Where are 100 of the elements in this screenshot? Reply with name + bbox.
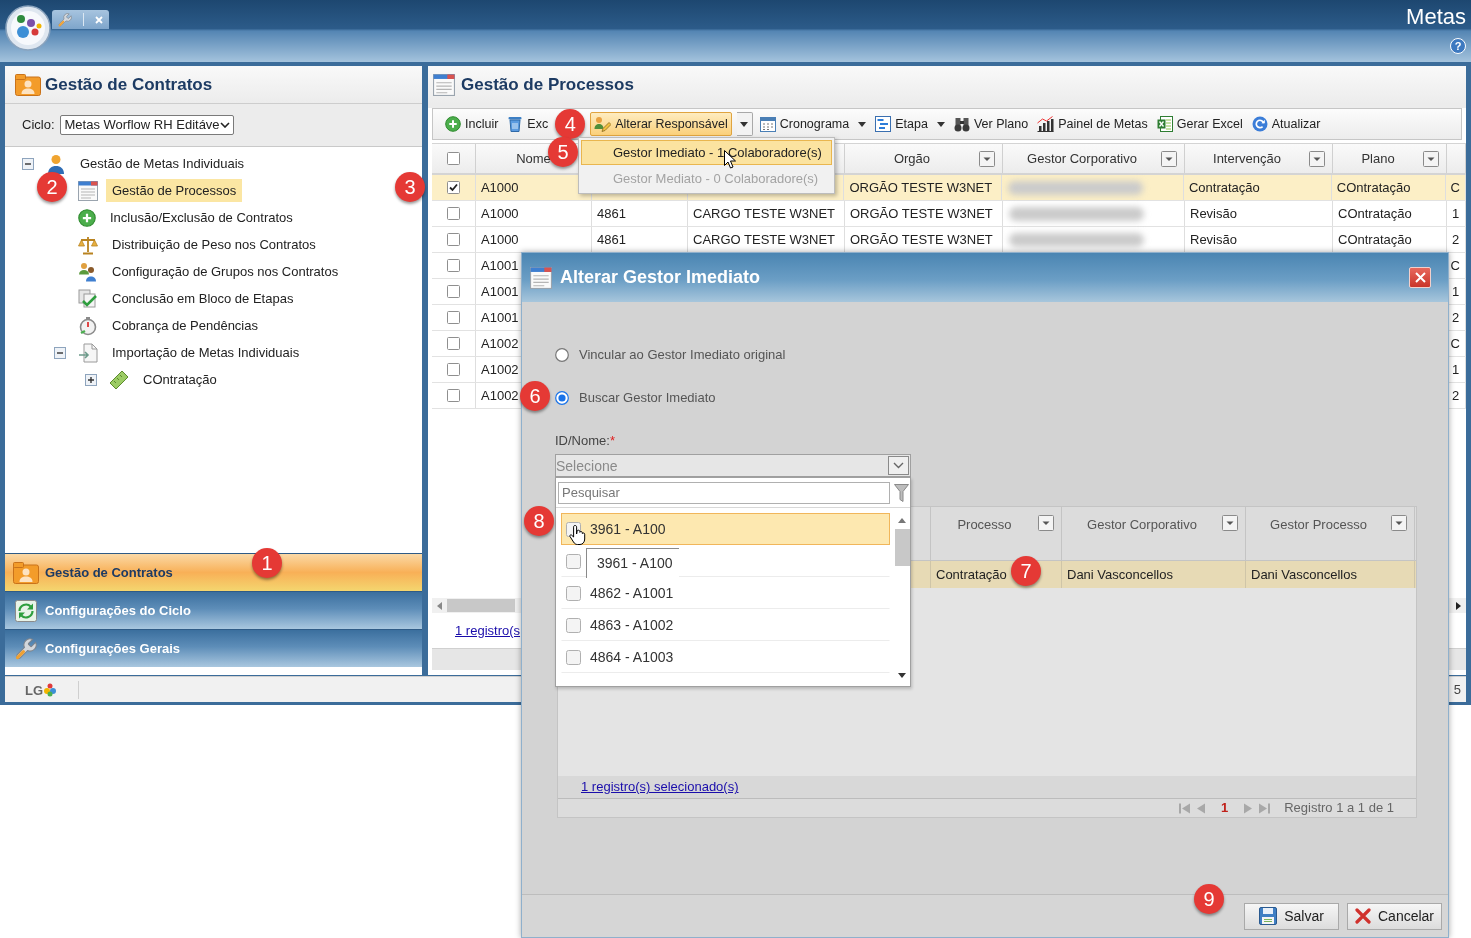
column-header: Plano	[1361, 149, 1395, 168]
tree-item[interactable]: Conclusão em Bloco de Etapas	[106, 286, 300, 311]
table-cell-text: A1000	[480, 230, 520, 249]
checkbox[interactable]	[566, 585, 581, 601]
radio-button[interactable]	[555, 391, 569, 405]
row-checkbox[interactable]	[446, 181, 460, 194]
checkbox[interactable]	[566, 649, 581, 665]
ruler-icon	[109, 369, 129, 390]
row-checkbox[interactable]	[447, 363, 460, 376]
option-label: Buscar Gestor Imediato	[579, 389, 716, 408]
field-label: Ciclo:	[22, 116, 55, 135]
collapse-icon[interactable]	[22, 157, 34, 170]
caret-down-icon	[858, 121, 867, 127]
toolbar-button[interactable]: Exc	[505, 112, 551, 136]
required-mark: *	[609, 432, 615, 451]
folder-user-icon	[13, 561, 39, 584]
stopwatch-icon	[78, 315, 98, 336]
toolbar-button[interactable]: Alterar Responsável	[590, 112, 732, 136]
app-logo-icon	[5, 5, 51, 51]
table-cell-text: Revisão	[1189, 204, 1238, 223]
toolbar-button[interactable]: Painel de Metas	[1035, 112, 1150, 136]
checkbox[interactable]	[566, 617, 581, 633]
tree-item[interactable]: Configuração de Grupos nos Contratos	[106, 259, 345, 284]
save-button[interactable]: Salvar	[1244, 902, 1339, 930]
search-field[interactable]: Pesquisar	[558, 481, 890, 504]
scrollbar-thumb[interactable]	[894, 529, 910, 566]
toolbar-button[interactable]: Etapa	[873, 112, 947, 136]
page-number: 1	[1220, 799, 1229, 818]
row-checkbox[interactable]	[447, 233, 460, 246]
tree-item[interactable]: Gestão de Processos	[106, 178, 243, 203]
close-icon[interactable]	[95, 15, 104, 24]
scroll-left-arrow-icon[interactable]	[437, 601, 442, 610]
checkbox[interactable]	[566, 553, 581, 569]
split-arrow-button[interactable]	[736, 112, 753, 136]
scroll-right-arrow-icon[interactable]	[1456, 601, 1461, 610]
spreadsheet-icon	[1156, 116, 1173, 132]
cycle-select[interactable]: Metas Worflow RH Editáve	[59, 115, 234, 135]
row-checkbox[interactable]	[447, 207, 460, 220]
column-header: Gestor Corporativo	[1027, 149, 1137, 168]
table-cell-text: Dani Vasconcellos	[1066, 565, 1174, 584]
table-cell-text: 1	[1451, 204, 1461, 223]
table-cell-text: A1001	[480, 282, 520, 301]
collapse-icon[interactable]	[54, 346, 66, 359]
panel-title: Gestão de Processos	[461, 74, 634, 97]
header-tab[interactable]	[52, 10, 109, 29]
filter-icon[interactable]	[894, 483, 909, 502]
table-cell-text: Revisão	[1189, 230, 1238, 249]
list-item[interactable]: 4864 - A1003	[561, 641, 890, 673]
row-checkbox[interactable]	[446, 259, 460, 272]
previous-page-icon[interactable]	[1196, 802, 1205, 814]
tree-item[interactable]: Importação de Metas Individuais	[106, 340, 306, 365]
row-checkbox[interactable]	[447, 389, 460, 402]
toolbar-button[interactable]: Gerar Excel	[1154, 112, 1245, 136]
scrollbar-thumb[interactable]	[447, 599, 515, 612]
scroll-up-arrow-icon[interactable]	[898, 518, 906, 523]
table-cell-text: ORGÃO TESTE W3NET	[849, 204, 994, 223]
column-header: Gestor Corporativo	[1087, 516, 1197, 534]
toolbar-button[interactable]: Incluir	[443, 112, 501, 136]
panel-title: Gestão de Contratos	[45, 73, 213, 96]
tree-item[interactable]: Cobrança de Pendências	[106, 313, 264, 338]
pager-summary: Registro 1 a 1 de 1	[1284, 799, 1394, 818]
menu-item[interactable]: Gestor Imediato - 1 Colaboradore(s)	[581, 140, 832, 165]
bar-chart-icon	[1037, 116, 1055, 132]
toolbar-button[interactable]: Cronograma	[757, 112, 869, 136]
last-page-icon[interactable]	[1259, 802, 1271, 814]
radio-button[interactable]	[555, 348, 569, 362]
cancel-button[interactable]: Cancelar	[1347, 902, 1442, 930]
expand-icon[interactable]	[85, 373, 97, 386]
row-checkbox[interactable]	[447, 285, 460, 298]
table-cell-text: A1001	[480, 308, 520, 327]
row-checkbox[interactable]	[447, 311, 460, 324]
next-page-icon[interactable]	[1244, 802, 1253, 814]
column-header: Processo	[957, 516, 1012, 534]
tree-item[interactable]: Distribuição de Peso nos Contratos	[106, 232, 322, 257]
plus-circle-icon	[78, 208, 96, 227]
table-cell-text: Contratação	[935, 565, 1008, 584]
step-marker: 4	[555, 109, 586, 139]
tree-item[interactable]: COntratação	[137, 367, 223, 392]
first-page-icon[interactable]	[1178, 802, 1190, 814]
selection-link[interactable]: 1 registro(s) selecionado(s)	[581, 777, 739, 797]
table-cell-text: ORGÃO TESTE W3NET	[848, 178, 994, 197]
table-cell-text: A1001	[479, 256, 520, 275]
tree-item[interactable]: Gestão de Metas Individuais	[74, 151, 251, 176]
tree-item[interactable]: Inclusão/Exclusão de Contratos	[104, 205, 299, 230]
close-button[interactable]	[1409, 267, 1431, 288]
help-button[interactable]: ?	[1450, 38, 1466, 54]
table-cell-text: C	[1449, 178, 1461, 197]
scroll-down-arrow-icon[interactable]	[898, 673, 906, 678]
row-checkbox[interactable]	[446, 337, 460, 350]
toolbar-button[interactable]: Ver Plano	[951, 112, 1031, 136]
toolbar-button[interactable]: Atualizar	[1249, 112, 1323, 136]
records-link[interactable]: 1 registro(s	[455, 620, 521, 641]
logo-flower-icon	[44, 682, 57, 697]
list-item[interactable]: 3961 - A100	[561, 513, 890, 545]
circular-arrows-icon	[15, 599, 37, 622]
select-all-checkbox[interactable]	[447, 152, 460, 165]
table-cell-text: Contratação	[1187, 178, 1261, 197]
document-arrow-icon	[78, 342, 98, 363]
refresh-icon	[1251, 116, 1268, 132]
list-item[interactable]: 4863 - A1002	[561, 609, 890, 641]
